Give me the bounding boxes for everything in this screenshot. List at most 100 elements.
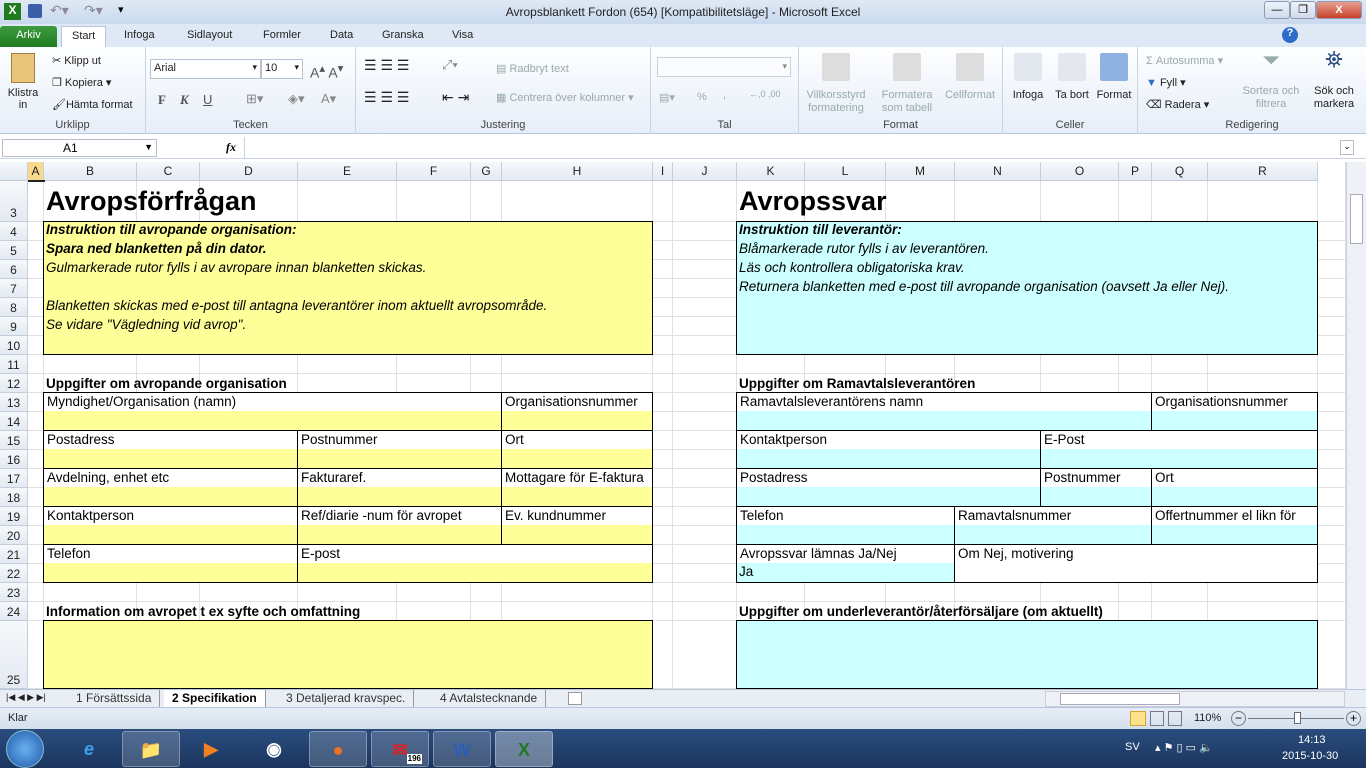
row-header[interactable]: 7 [0, 279, 28, 298]
sort-filter-button[interactable]: ⏷ Sortera och filtrera [1238, 49, 1304, 111]
right-field-input[interactable] [736, 487, 1041, 507]
column-header[interactable]: E [298, 162, 397, 181]
column-header[interactable]: M [886, 162, 955, 181]
copy-button[interactable]: ❐ Kopiera ▾ [52, 76, 111, 89]
row-header[interactable]: 18 [0, 488, 28, 507]
worksheet-grid[interactable]: A B C D E F G H I J K L M N O P Q R 3 4 5 6 7 8 9 10 11 12 13 14 15 16 1… [0, 162, 1346, 689]
right-field-input[interactable] [1040, 487, 1152, 507]
explorer-icon[interactable]: 📁 [122, 731, 180, 767]
row-header[interactable]: 20 [0, 526, 28, 545]
row-header[interactable]: 22 [0, 564, 28, 583]
row-header[interactable]: 21 [0, 545, 28, 564]
indent-icon[interactable]: ⇤ ⇥ [442, 89, 469, 106]
row-header[interactable]: 17 [0, 469, 28, 488]
font-color-icon[interactable]: A▾ [321, 91, 336, 107]
fill-button[interactable]: ▼ Fyll ▾ [1146, 76, 1186, 89]
delete-cells-button[interactable]: Ta bort [1053, 53, 1091, 102]
cut-button[interactable]: ✂ Klipp ut [52, 54, 101, 67]
row-header[interactable]: 6 [0, 260, 28, 279]
right-field-input[interactable] [736, 525, 955, 545]
row-header[interactable]: 25 [0, 621, 28, 689]
sheet-tab-2[interactable]: 2 Specifikation [164, 690, 266, 707]
tab-data[interactable]: Data [320, 26, 363, 47]
help-icon[interactable]: ? [1282, 27, 1298, 43]
right-field-input[interactable] [1151, 487, 1318, 507]
tab-granska[interactable]: Granska [372, 26, 434, 47]
cell-styles-button[interactable]: Cellformat [941, 53, 999, 102]
row-header[interactable]: 24 [0, 602, 28, 621]
column-header[interactable]: J [673, 162, 737, 181]
row-header[interactable]: 3 [0, 181, 28, 222]
font-name-select[interactable]: Arial ▾ [150, 59, 261, 79]
row-header[interactable]: 5 [0, 241, 28, 260]
left-field-input[interactable] [43, 411, 502, 431]
left-field-input[interactable] [501, 449, 653, 469]
format-painter-button[interactable]: 🖌Hämta format [52, 98, 133, 111]
language-indicator[interactable]: SV [1125, 741, 1140, 753]
left-field-input[interactable] [501, 487, 653, 507]
restore-button[interactable]: ❐ [1290, 1, 1316, 19]
left-field-input[interactable] [501, 411, 653, 431]
left-field-input[interactable] [297, 449, 502, 469]
right-field-input[interactable] [736, 411, 1152, 431]
underline-button[interactable]: U [203, 92, 212, 107]
mail-icon[interactable]: ✉ 196 [371, 731, 429, 767]
vertical-scrollbar[interactable] [1346, 162, 1366, 689]
expand-formula-bar-button[interactable]: ⌄ [1340, 140, 1354, 155]
right-info-input[interactable] [736, 620, 1318, 689]
tab-formler[interactable]: Formler [253, 26, 311, 47]
tab-arkiv[interactable]: Arkiv [0, 26, 57, 47]
left-field-input[interactable] [297, 487, 502, 507]
insert-cells-button[interactable]: Infoga [1007, 53, 1049, 102]
borders-icon[interactable]: ⊞▾ [246, 91, 263, 107]
sheet-tab-4[interactable]: 4 Avtalstecknande [432, 690, 547, 707]
grow-font-icon[interactable]: A▴ A▾ [310, 61, 344, 81]
column-header[interactable]: B [44, 162, 137, 181]
column-header[interactable]: H [502, 162, 653, 181]
motivation-field[interactable]: Om Nej, motivering [954, 544, 1318, 583]
clock-time[interactable]: 14:13 [1298, 734, 1326, 746]
align-left-icon[interactable]: ☰ ☰ ☰ [364, 89, 409, 106]
left-field-input[interactable] [297, 563, 653, 583]
column-header[interactable]: G [471, 162, 502, 181]
zoom-out-button[interactable]: − [1231, 711, 1246, 726]
media-player-icon[interactable]: ▶ [182, 731, 240, 767]
row-header[interactable]: 11 [0, 355, 28, 374]
autosum-button[interactable]: Σ Autosumma ▾ [1146, 54, 1223, 67]
sheet-nav-buttons[interactable]: |◀ ◀ ▶ ▶| [6, 692, 46, 703]
decimal-icon[interactable]: ←,0 ,00 [749, 89, 781, 99]
tray-icons[interactable]: ▴ ⚑ ▯ ▭ 🔈 [1155, 741, 1213, 754]
left-field-input[interactable] [43, 525, 298, 545]
formula-input[interactable] [244, 137, 1338, 158]
firefox-icon[interactable]: ● [309, 731, 367, 767]
ie-icon[interactable]: e [60, 731, 118, 767]
start-button[interactable] [6, 730, 44, 768]
clear-button[interactable]: ⌫ Radera ▾ [1146, 98, 1209, 111]
left-info-input[interactable] [43, 620, 653, 689]
comma-button[interactable]: , [723, 89, 726, 101]
row-header[interactable]: 8 [0, 298, 28, 317]
column-header[interactable]: I [653, 162, 673, 181]
left-field-input[interactable] [501, 525, 653, 545]
page-layout-view-icon[interactable] [1150, 711, 1164, 726]
row-header[interactable]: 16 [0, 450, 28, 469]
row-header[interactable]: 4 [0, 222, 28, 241]
left-field-input[interactable] [297, 525, 502, 545]
answer-value[interactable]: Ja [736, 563, 955, 583]
right-field-input[interactable] [736, 449, 1041, 469]
sheet-tab-1[interactable]: 1 Försättssida [68, 690, 161, 707]
select-all-corner[interactable] [0, 162, 28, 181]
row-header[interactable]: 9 [0, 317, 28, 336]
sheet-tab-3[interactable]: 3 Detaljerad kravspec. [278, 690, 415, 707]
normal-view-icon[interactable] [1130, 711, 1146, 726]
merge-center-button[interactable]: ▦ Centrera över kolumner ▾ [496, 91, 634, 104]
row-header[interactable]: 23 [0, 583, 28, 602]
zoom-level[interactable]: 110% [1194, 712, 1221, 724]
percent-button[interactable]: % [697, 91, 707, 103]
chrome-icon[interactable]: ◉ [245, 731, 303, 767]
column-header[interactable]: Q [1152, 162, 1208, 181]
align-top-icon[interactable]: ☰ ☰ ☰ [364, 57, 409, 74]
column-header[interactable]: K [737, 162, 805, 181]
font-size-select[interactable]: 10 ▾ [261, 59, 303, 79]
zoom-in-button[interactable]: + [1346, 711, 1361, 726]
